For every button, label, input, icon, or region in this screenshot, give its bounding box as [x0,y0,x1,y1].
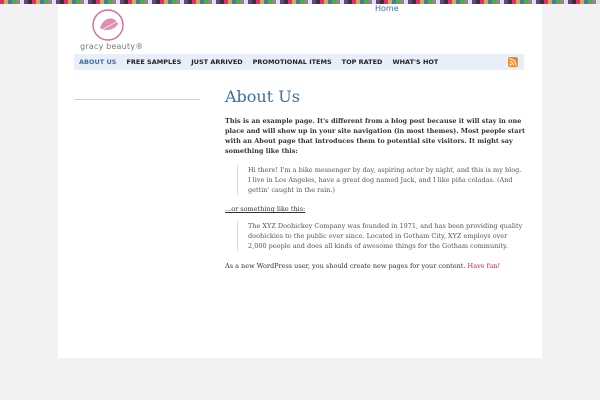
nav-item-just-arrived[interactable]: Just Arrived [186,54,247,70]
or-something-text: ...or something like this: [225,205,306,213]
closing-text: As a new WordPress user, you should crea… [225,262,466,270]
page-title: About Us [225,87,300,106]
nav-item-whats-hot[interactable]: What's Hot [387,54,443,70]
have-fun-link[interactable]: Have fun! [468,262,501,270]
home-link[interactable]: Home [375,4,399,13]
nav-item-promotional-items[interactable]: Promotional Items [248,54,337,70]
nav-item-top-rated[interactable]: Top Rated [337,54,388,70]
rss-icon[interactable] [508,57,518,67]
example-quote-2: The XYZ Doohickey Company was founded in… [237,221,525,251]
logo-text: gracy beauty® [80,42,144,51]
main-content: About Us This is an example page. It's d… [225,87,525,271]
closing-paragraph: As a new WordPress user, you should crea… [225,261,525,271]
intro-paragraph: This is an example page. It's different … [225,117,525,155]
nav-item-free-samples[interactable]: Free Samples [121,54,186,70]
sidebar-divider [74,99,200,100]
main-navigation: About Us Free Samples Just Arrived Promo… [74,54,524,70]
page-container: Home gracy beauty® About Us Free Samples… [58,4,542,358]
example-quote-1: Hi there! I'm a bike messenger by day, a… [237,165,525,195]
nav-item-about-us[interactable]: About Us [74,54,121,70]
